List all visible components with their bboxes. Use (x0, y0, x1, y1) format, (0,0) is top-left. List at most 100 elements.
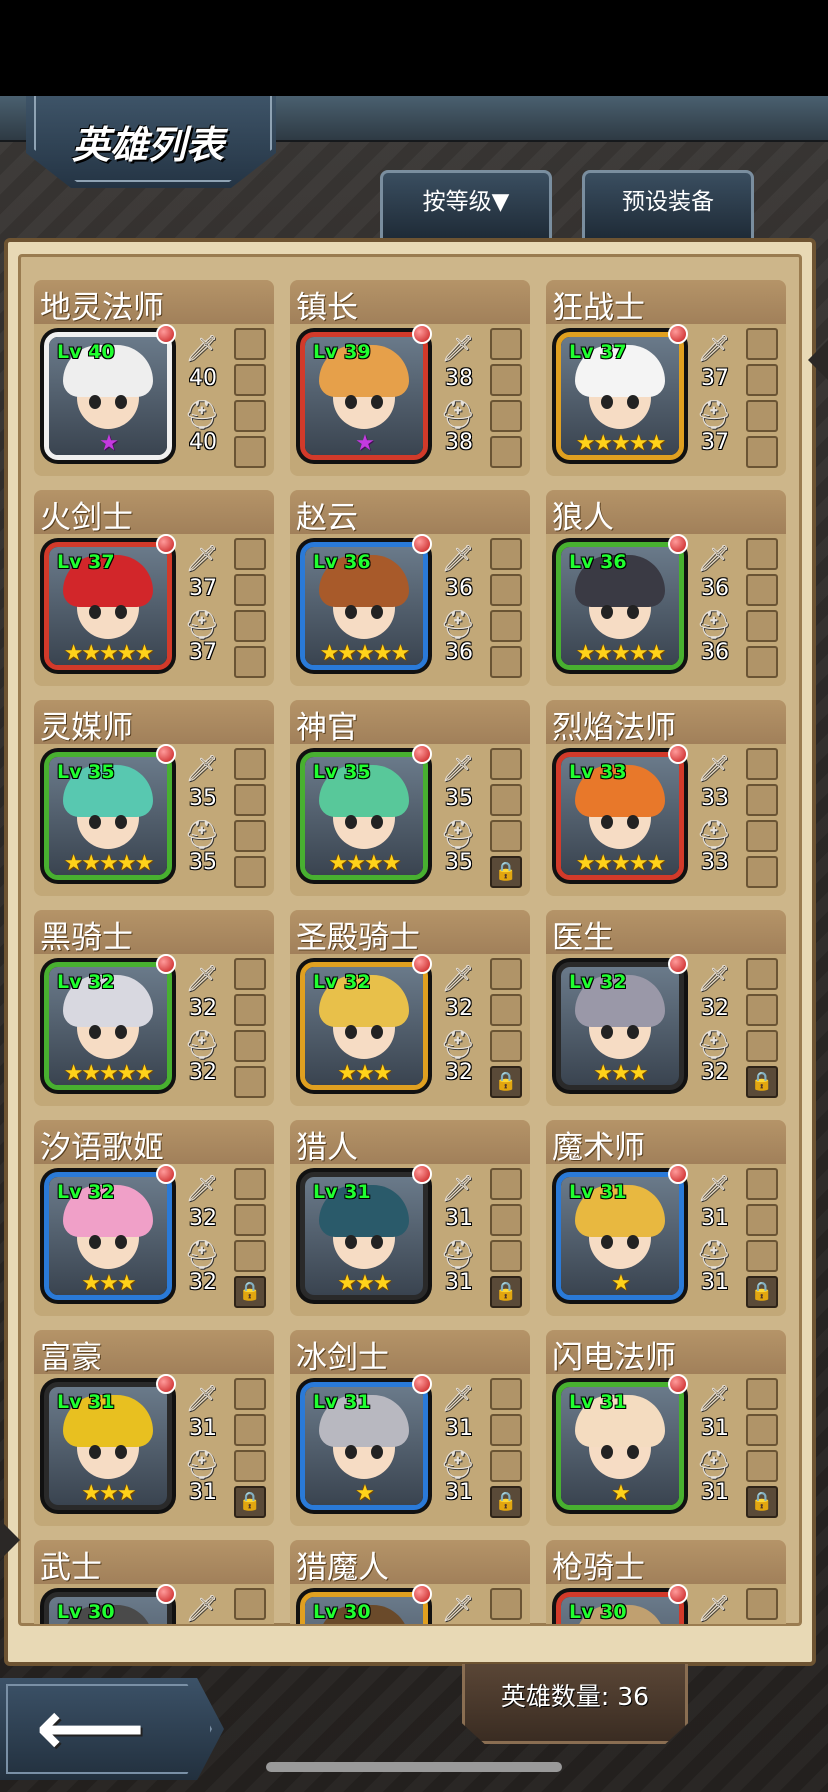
equipment-slot[interactable] (490, 820, 522, 852)
equipment-slot[interactable] (746, 958, 778, 990)
equipment-slot[interactable] (490, 1168, 522, 1200)
hero-card[interactable]: 猎人 Lv 31 ★★★ 🗡 ⛑ 31 31 🔒 (290, 1120, 530, 1320)
equipment-slot[interactable] (746, 784, 778, 816)
hero-portrait[interactable]: Lv 30 (300, 1592, 428, 1624)
equipment-slot[interactable] (234, 784, 266, 816)
equipment-slot[interactable] (234, 1204, 266, 1236)
lock-icon[interactable]: 🔒 (746, 1486, 778, 1518)
equipment-slot[interactable] (490, 784, 522, 816)
lock-icon[interactable]: 🔒 (490, 1276, 522, 1308)
hero-card[interactable]: 闪电法师 Lv 31 ★ 🗡 ⛑ 31 31 🔒 (546, 1330, 786, 1530)
equipment-slot[interactable] (746, 538, 778, 570)
equipment-slot[interactable] (490, 1378, 522, 1410)
equipment-slot[interactable] (490, 364, 522, 396)
equipment-slot[interactable] (746, 1450, 778, 1482)
equipment-slot[interactable] (234, 1240, 266, 1272)
equipment-slot[interactable] (490, 748, 522, 780)
equipment-slot[interactable] (490, 1204, 522, 1236)
hero-card[interactable]: 武士Lv 30🗡⛑ (34, 1540, 274, 1624)
hero-card[interactable]: 医生 Lv 32 ★★★ 🗡 ⛑ 32 32 🔒 (546, 910, 786, 1110)
equipment-slot[interactable] (490, 436, 522, 468)
lock-icon[interactable]: 🔒 (490, 1486, 522, 1518)
equipment-slot[interactable] (490, 574, 522, 606)
hero-card[interactable]: 烈焰法师 Lv 33 ★★★★★ 🗡 ⛑ 33 33 (546, 700, 786, 900)
equipment-slot[interactable] (746, 436, 778, 468)
equipment-slot[interactable] (234, 610, 266, 642)
equipment-slot[interactable] (234, 1030, 266, 1062)
sort-by-level-tab[interactable]: 按等级▼ (380, 170, 552, 240)
equipment-slot[interactable] (490, 400, 522, 432)
back-arrow-icon[interactable]: ⟵ (36, 1688, 186, 1768)
equipment-slot[interactable] (234, 364, 266, 396)
home-indicator[interactable] (266, 1762, 562, 1772)
hero-card[interactable]: 富豪 Lv 31 ★★★ 🗡 ⛑ 31 31 🔒 (34, 1330, 274, 1530)
equipment-slot[interactable] (234, 856, 266, 888)
equipment-slot[interactable] (490, 646, 522, 678)
lock-icon[interactable]: 🔒 (234, 1486, 266, 1518)
hero-portrait[interactable]: Lv 30 (44, 1592, 172, 1624)
lock-icon[interactable]: 🔒 (490, 1066, 522, 1098)
hero-card[interactable]: 枪骑士Lv 30🗡⛑ (546, 1540, 786, 1624)
hero-card[interactable]: 地灵法师 Lv 40 ★ 🗡 ⛑ 40 40 (34, 280, 274, 480)
hero-grid[interactable]: 地灵法师 Lv 40 ★ 🗡 ⛑ 40 40 镇长 Lv 39 ★ 🗡 ⛑ 38 38 狂战士 Lv 37 ★★… (34, 280, 794, 1624)
hero-portrait[interactable]: Lv 30 (556, 1592, 684, 1624)
hero-card[interactable]: 黑骑士 Lv 32 ★★★★★ 🗡 ⛑ 32 32 (34, 910, 274, 1110)
equipment-slot[interactable] (746, 856, 778, 888)
hero-card[interactable]: 赵云 Lv 36 ★★★★★ 🗡 ⛑ 36 36 (290, 490, 530, 690)
equipment-slot[interactable] (234, 1066, 266, 1098)
equipment-slot[interactable] (234, 1168, 266, 1200)
hero-card[interactable]: 灵媒师 Lv 35 ★★★★★ 🗡 ⛑ 35 35 (34, 700, 274, 900)
equipment-slot[interactable] (746, 400, 778, 432)
lock-icon[interactable]: 🔒 (234, 1276, 266, 1308)
equipment-slot[interactable] (746, 646, 778, 678)
equipment-slot[interactable] (746, 1168, 778, 1200)
lock-icon[interactable]: 🔒 (490, 856, 522, 888)
equipment-slot[interactable] (746, 1588, 778, 1620)
equipment-slot[interactable] (234, 748, 266, 780)
equipment-slot[interactable] (490, 610, 522, 642)
equipment-slot[interactable] (746, 328, 778, 360)
equipment-slot[interactable] (490, 1030, 522, 1062)
hero-card[interactable]: 冰剑士 Lv 31 ★ 🗡 ⛑ 31 31 🔒 (290, 1330, 530, 1530)
equipment-slot[interactable] (234, 574, 266, 606)
equipment-slot[interactable] (746, 1030, 778, 1062)
hero-card[interactable]: 镇长 Lv 39 ★ 🗡 ⛑ 38 38 (290, 280, 530, 480)
hero-card[interactable]: 狂战士 Lv 37 ★★★★★ 🗡 ⛑ 37 37 (546, 280, 786, 480)
equipment-slot[interactable] (234, 1378, 266, 1410)
hero-card[interactable]: 圣殿骑士 Lv 32 ★★★ 🗡 ⛑ 32 32 🔒 (290, 910, 530, 1110)
equipment-slot[interactable] (490, 538, 522, 570)
equipment-slot[interactable] (234, 1414, 266, 1446)
equipment-slot[interactable] (490, 328, 522, 360)
equipment-slot[interactable] (234, 1588, 266, 1620)
equipment-slot[interactable] (234, 538, 266, 570)
equipment-slot[interactable] (490, 1588, 522, 1620)
equipment-slot[interactable] (746, 1414, 778, 1446)
equipment-slot[interactable] (490, 1414, 522, 1446)
equipment-slot[interactable] (234, 958, 266, 990)
equipment-slot[interactable] (746, 1240, 778, 1272)
equipment-slot[interactable] (746, 1378, 778, 1410)
equipment-slot[interactable] (746, 1204, 778, 1236)
equipment-slot[interactable] (490, 994, 522, 1026)
equipment-slot[interactable] (234, 820, 266, 852)
equipment-slot[interactable] (234, 400, 266, 432)
equipment-slot[interactable] (234, 646, 266, 678)
hero-card[interactable]: 猎魔人Lv 30🗡⛑ (290, 1540, 530, 1624)
equipment-slot[interactable] (746, 994, 778, 1026)
lock-icon[interactable]: 🔒 (746, 1276, 778, 1308)
equipment-slot[interactable] (746, 748, 778, 780)
equipment-slot[interactable] (490, 1240, 522, 1272)
hero-card[interactable]: 火剑士 Lv 37 ★★★★★ 🗡 ⛑ 37 37 (34, 490, 274, 690)
equipment-slot[interactable] (234, 436, 266, 468)
preset-equipment-tab[interactable]: 预设装备 (582, 170, 754, 240)
equipment-slot[interactable] (746, 820, 778, 852)
equipment-slot[interactable] (490, 1450, 522, 1482)
equipment-slot[interactable] (746, 574, 778, 606)
lock-icon[interactable]: 🔒 (746, 1066, 778, 1098)
hero-card[interactable]: 汐语歌姬 Lv 32 ★★★ 🗡 ⛑ 32 32 🔒 (34, 1120, 274, 1320)
equipment-slot[interactable] (234, 994, 266, 1026)
equipment-slot[interactable] (234, 1450, 266, 1482)
hero-card[interactable]: 魔术师 Lv 31 ★ 🗡 ⛑ 31 31 🔒 (546, 1120, 786, 1320)
hero-card[interactable]: 狼人 Lv 36 ★★★★★ 🗡 ⛑ 36 36 (546, 490, 786, 690)
equipment-slot[interactable] (746, 610, 778, 642)
